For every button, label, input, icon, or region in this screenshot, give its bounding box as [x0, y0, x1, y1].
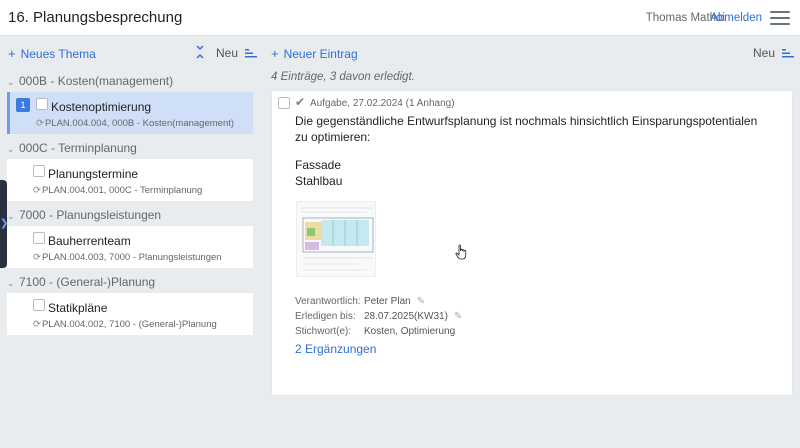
chevron-down-icon: ⌄ — [7, 278, 15, 288]
topic-card-selected[interactable]: 1 Kostenoptimierung ⟳PLAN.004.004, 000B … — [7, 92, 253, 134]
topic-name: Statikpläne — [48, 301, 108, 315]
topic-reference: ⟳PLAN.004.003, 7000 - Planungsleistungen — [33, 252, 222, 263]
plus-icon: + — [8, 46, 16, 61]
plus-icon: + — [271, 46, 279, 61]
entry-item: Fassade — [295, 158, 342, 172]
chevron-right-icon: ❯ — [0, 218, 9, 229]
top-bar: 16. Planungsbesprechung Thomas Mathoi Ab… — [0, 0, 800, 36]
pencil-icon[interactable]: ✎ — [417, 296, 425, 307]
topic-checkbox[interactable] — [33, 232, 45, 244]
chevron-down-icon: ⌄ — [7, 144, 15, 154]
topic-reference: ⟳PLAN.004.004, 000B - Kosten(management) — [36, 118, 234, 129]
field-label: Verantwortlich: — [295, 296, 361, 307]
entry-panel: + Neuer Eintrag Neu 4 Einträge, 3 davon e… — [262, 36, 800, 448]
group-label: 7100 - (General-)Planung — [19, 275, 156, 289]
group-header[interactable]: ⌄ 7100 - (General-)Planung — [7, 275, 155, 289]
recurring-icon: ⟳ — [33, 252, 41, 263]
entry-card[interactable]: ✔ Aufgabe, 27.02.2024 (1 Anhang) Die geg… — [271, 90, 793, 396]
topic-sort-button[interactable]: Neu — [216, 46, 258, 60]
new-topic-label: Neues Thema — [20, 47, 96, 61]
topic-card[interactable]: Bauherrenteam ⟳PLAN.004.003, 7000 - Plan… — [7, 226, 253, 268]
topic-checkbox[interactable] — [33, 165, 45, 177]
new-entry-button[interactable]: + Neuer Eintrag — [271, 46, 358, 61]
sort-icon — [782, 49, 795, 58]
topic-checkbox[interactable] — [33, 299, 45, 311]
group-label: 7000 - Planungsleistungen — [19, 208, 162, 222]
logout-link[interactable]: Abmelden — [710, 12, 762, 24]
group-label: 000B - Kosten(management) — [19, 74, 174, 88]
due-value: 28.07.2025(KW31) — [364, 311, 448, 322]
page-title: 16. Planungsbesprechung — [8, 9, 183, 26]
group-header[interactable]: ⌄ 7000 - Planungsleistungen — [7, 208, 161, 222]
topic-reference-text: PLAN.004.003, 7000 - Planungsleistungen — [41, 252, 222, 263]
hamburger-icon[interactable] — [770, 11, 790, 25]
hand-cursor-icon — [455, 244, 467, 260]
topic-reference: ⟳PLAN.004.002, 7100 - (General-)Planung — [33, 319, 217, 330]
field-label: Erledigen bis: — [295, 311, 356, 322]
topic-reference-text: PLAN.004.001, 000C - Terminplanung — [41, 185, 203, 196]
pencil-icon[interactable]: ✎ — [454, 311, 462, 322]
side-drawer-handle[interactable]: ❯ — [0, 180, 9, 268]
entry-meta: Aufgabe, 27.02.2024 (1 Anhang) — [310, 98, 455, 109]
topic-reference-text: PLAN.004.002, 7100 - (General-)Planung — [41, 319, 217, 330]
entries-summary: 4 Einträge, 3 davon erledigt. — [271, 71, 415, 83]
topic-name: Bauherrenteam — [48, 234, 131, 248]
chevron-down-icon: ⌄ — [7, 77, 15, 87]
supplements-link[interactable]: 2 Ergänzungen — [295, 342, 376, 356]
topic-name: Kostenoptimierung — [51, 100, 152, 114]
keywords-value: Kosten, Optimierung — [364, 326, 456, 337]
entry-sort-button[interactable]: Neu — [753, 46, 795, 60]
group-header[interactable]: ⌄ 000B - Kosten(management) — [7, 74, 173, 88]
recurring-icon: ⟳ — [36, 118, 44, 129]
field-value: Peter Plan ✎ — [364, 294, 425, 309]
entry-text: Die gegenständliche Entwurfsplanung ist … — [295, 113, 765, 189]
field-label: Stichwort(e): — [295, 326, 352, 337]
new-entry-label: Neuer Eintrag — [283, 47, 358, 61]
attachment-thumbnail[interactable] — [296, 201, 376, 277]
topic-card[interactable]: Statikpläne ⟳PLAN.004.002, 7100 - (Gener… — [7, 293, 253, 335]
entry-sort-label: Neu — [753, 46, 776, 60]
topic-checkbox[interactable] — [36, 98, 48, 110]
entry-checkbox[interactable] — [278, 97, 290, 109]
collapse-all-icon[interactable] — [195, 45, 205, 59]
new-topic-button[interactable]: + Neues Thema — [8, 46, 96, 61]
checkmark-icon: ✔ — [295, 95, 306, 109]
topic-panel: + Neues Thema Neu ⌄ 000B - Kosten(manageme… — [0, 36, 262, 448]
topic-sort-label: Neu — [216, 46, 239, 60]
group-header[interactable]: ⌄ 000C - Terminplanung — [7, 141, 137, 155]
topic-reference: ⟳PLAN.004.001, 000C - Terminplanung — [33, 185, 202, 196]
entry-item: Stahlbau — [295, 174, 343, 188]
count-badge: 1 — [16, 98, 30, 112]
sort-icon — [245, 49, 258, 58]
field-value: 28.07.2025(KW31) ✎ — [364, 309, 462, 324]
entry-description: Die gegenständliche Entwurfsplanung ist … — [295, 114, 758, 144]
recurring-icon: ⟳ — [33, 185, 41, 196]
group-label: 000C - Terminplanung — [19, 141, 137, 155]
topic-card[interactable]: Planungstermine ⟳PLAN.004.001, 000C - Te… — [7, 159, 253, 201]
responsible-value: Peter Plan — [364, 296, 411, 307]
topic-reference-text: PLAN.004.004, 000B - Kosten(management) — [44, 118, 235, 129]
recurring-icon: ⟳ — [33, 319, 41, 330]
topic-name: Planungstermine — [48, 167, 139, 181]
